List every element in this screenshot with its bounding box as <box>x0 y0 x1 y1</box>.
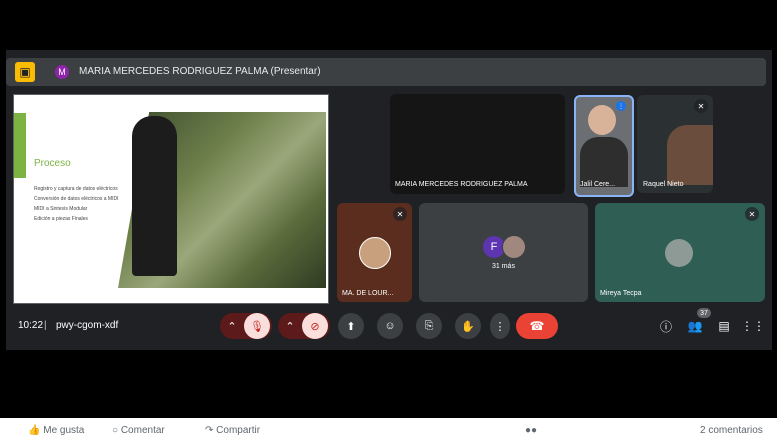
people-icon[interactable]: 👥 <box>686 317 704 335</box>
slide-bullet: Registro y captura de datos eléctricos <box>34 186 118 192</box>
info-icon[interactable]: ⓘ <box>657 317 675 335</box>
slide-bullet: Edición a piezas Finales <box>34 216 88 222</box>
slide-accent-bar <box>14 113 26 178</box>
presenter-avatar-letter: M <box>58 67 66 77</box>
like-label: Me gusta <box>43 425 85 436</box>
participant-tile-mireya[interactable] <box>595 203 765 302</box>
like-icon: 👍 <box>28 425 41 436</box>
presentation-icon[interactable]: ▣ <box>15 62 35 82</box>
slide-title: Proceso <box>34 158 71 169</box>
camera-options-chevron-icon[interactable]: ⌃ <box>278 313 302 339</box>
meeting-code: pwy-cgom-xdf <box>56 320 119 331</box>
separator: | <box>44 320 47 331</box>
mic-off-icon: ✕ <box>745 207 759 221</box>
mireya-avatar <box>665 239 693 267</box>
more-options-button[interactable]: ⋮ <box>490 313 510 339</box>
chat-icon[interactable]: ▤ <box>715 317 733 335</box>
mic-control-group: ⌃ 🎙 <box>220 313 272 339</box>
mic-off-icon: ✕ <box>393 207 407 221</box>
top-black-area <box>0 0 777 50</box>
share-icon: ↷ <box>205 425 214 436</box>
comment-label: Comentar <box>120 425 165 436</box>
participant-name-mireya: Mireya Tecpa <box>600 290 642 297</box>
share-label: Compartir <box>216 425 261 436</box>
more-avatar-photo <box>502 235 526 259</box>
more-participants-label: 31 más <box>492 263 515 270</box>
mic-off-icon: ✕ <box>694 99 708 113</box>
comment-button[interactable]: ○ Comentar <box>112 425 165 436</box>
apps-grid-icon[interactable]: ⋮⋮ <box>741 317 765 335</box>
meeting-time: 10:22 <box>18 320 44 331</box>
mic-options-chevron-icon[interactable]: ⌃ <box>220 313 244 339</box>
slide-bullet: Conversión de datos eléctricos a MIDI <box>34 196 119 202</box>
presenter-avatar: M <box>55 65 69 79</box>
participant-name-main: MARIA MERCEDES RODRIGUEZ PALMA <box>395 181 528 188</box>
presenter-name: MARIA MERCEDES RODRIGUEZ PALMA (Presenta… <box>79 66 321 77</box>
camera-off-button[interactable]: ⊘ <box>302 313 328 339</box>
lourdes-avatar <box>359 237 391 269</box>
mic-off-button[interactable]: 🎙 <box>244 313 270 339</box>
participant-count-badge: 37 <box>697 308 711 318</box>
comments-count[interactable]: 2 comentarios <box>700 425 763 436</box>
participant-name-raquel: Raquel Nieto <box>643 181 684 188</box>
raise-hand-button[interactable]: ✋ <box>455 313 481 339</box>
present-screen-button[interactable]: ⬆ <box>338 313 364 339</box>
slide-bullets: Registro y captura de datos eléctricos C… <box>34 186 126 223</box>
speaking-icon: ⋮ <box>616 101 626 111</box>
reactions-icon[interactable]: ●● <box>525 425 537 436</box>
jalil-body <box>580 137 628 187</box>
jalil-face <box>588 105 616 135</box>
emoji-button[interactable]: ☺ <box>377 313 403 339</box>
more-avatar-letter: F <box>490 241 498 253</box>
captions-button[interactable]: ⎘ <box>416 313 442 339</box>
slide-bullet: MIDI a Sintesís Modular <box>34 206 88 212</box>
participant-name-jalil: Jalil Cere... <box>580 181 616 188</box>
camera-control-group: ⌃ ⊘ <box>278 313 330 339</box>
share-button[interactable]: ↷ Compartir <box>205 425 260 436</box>
like-button[interactable]: 👍 Me gusta <box>28 425 84 436</box>
comment-icon: ○ <box>112 425 119 436</box>
participant-name-lourdes: MA. DE LOUR... <box>342 290 394 297</box>
raquel-video <box>667 125 713 185</box>
slide-photo-person <box>132 116 177 276</box>
participant-tile-main[interactable] <box>390 94 565 194</box>
end-call-button[interactable]: ☎ <box>516 313 558 339</box>
